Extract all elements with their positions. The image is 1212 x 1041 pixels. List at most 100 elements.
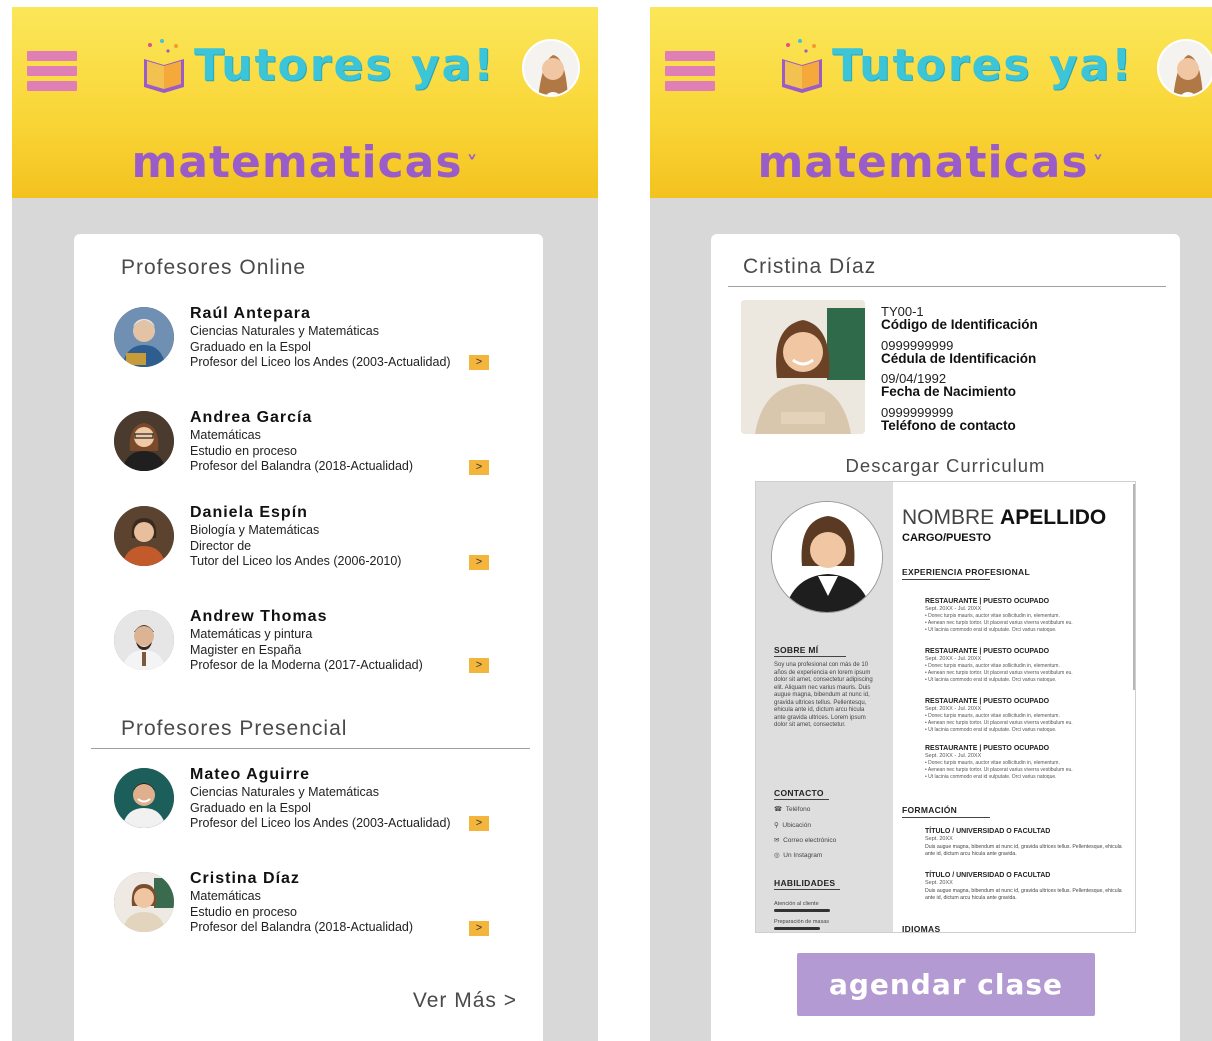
teacher-photo [114, 610, 174, 670]
view-teacher-button[interactable]: > [469, 555, 489, 570]
cv-preview[interactable]: NOMBRE APELLIDO CARGO/PUESTO EXPERIENCIA… [755, 481, 1136, 933]
view-teacher-button[interactable]: > [469, 355, 489, 370]
presencial-teachers-title: Profesores Presencial [121, 717, 348, 740]
subject-selector[interactable]: matematicas ˅ [12, 137, 598, 188]
cv-skills-title: HABILIDADES [774, 878, 836, 888]
teacher-experience: Profesor del Balandra (2018-Actualidad) [190, 459, 414, 473]
subject-label: matematicas [131, 137, 463, 188]
cv-formation-title: FORMACIÓN [902, 805, 958, 815]
phone-icon: ☎ [774, 806, 783, 813]
cv-bullet: • Aenean nec turpis tortor. Ut placerat … [925, 720, 1073, 726]
cv-job-title: RESTAURANTE | PUESTO OCUPADO [925, 598, 1050, 605]
cv-contact-text: Teléfono [785, 806, 811, 813]
menu-icon[interactable] [665, 51, 715, 91]
field-label: Código de Identificación [881, 317, 1038, 332]
teacher-subjects: Ciencias Naturales y Matemáticas [190, 324, 379, 338]
cv-bullet: • Aenean nec turpis tortor. Ut placerat … [925, 670, 1073, 676]
user-avatar[interactable] [1157, 39, 1212, 97]
menu-icon[interactable] [27, 51, 77, 91]
cv-contact-item: ◎ Un Instagram [774, 852, 822, 860]
cv-bullet: • Ut lacinia commodo erat id vulputate. … [925, 727, 1057, 733]
cv-degree-dates: Sept. 20XX [925, 880, 953, 886]
teacher-card[interactable]: Raúl Antepara Ciencias Naturales y Matem… [114, 305, 504, 385]
cv-bullet: • Donec turpis mauris, auctor vitae soll… [925, 613, 1060, 619]
cv-contact-text: Ubicación [782, 822, 811, 829]
teacher-subjects: Matemáticas [190, 889, 261, 903]
cv-skill-name: Atención al cliente [774, 901, 819, 907]
teacher-subjects: Matemáticas y pintura [190, 627, 313, 641]
cv-bullet: • Aenean nec turpis tortor. Ut placerat … [925, 620, 1073, 626]
subject-label: matematicas [757, 137, 1089, 188]
field-id-code: TY00-1 Código de Identificación [881, 304, 1038, 332]
cv-job-title: RESTAURANTE | PUESTO OCUPADO [925, 648, 1050, 655]
cv-bullet: • Ut lacinia commodo erat id vulputate. … [925, 774, 1057, 780]
cv-degree-title: TÍTULO / UNIVERSIDAD O FACULTAD [925, 828, 1051, 835]
teacher-card[interactable]: Andrea García Matemáticas Estudio en pro… [114, 409, 504, 489]
online-teachers-title: Profesores Online [121, 256, 307, 279]
field-birthdate: 09/04/1992 Fecha de Nacimiento [881, 371, 1016, 399]
teacher-name: Andrew Thomas [190, 608, 328, 625]
chevron-down-icon: ˅ [1092, 152, 1105, 178]
profile-photo [741, 300, 865, 434]
teacher-experience: Profesor del Liceo los Andes (2003-Actua… [190, 816, 451, 830]
cv-last-name: APELLIDO [1000, 506, 1107, 529]
teacher-subjects: Ciencias Naturales y Matemáticas [190, 785, 379, 799]
chevron-down-icon: ˅ [466, 152, 479, 178]
cv-scrollbar[interactable] [1133, 484, 1135, 690]
teacher-subjects: Biología y Matemáticas [190, 523, 320, 537]
cv-bullet: • Donec turpis mauris, auctor vitae soll… [925, 663, 1060, 669]
cv-job-dates: Sept. 20XX - Jul. 20XX [925, 656, 982, 662]
mail-icon: ✉ [774, 837, 780, 844]
teacher-subjects: Matemáticas [190, 428, 261, 442]
cv-contact-item: ⚲ Ubicación [774, 822, 811, 830]
app-logo[interactable]: Tutores ya! [140, 33, 495, 97]
teacher-card[interactable]: Daniela Espín Biología y Matemáticas Dir… [114, 504, 504, 584]
teacher-experience: Tutor del Liceo los Andes (2006-2010) [190, 554, 402, 568]
subject-selector[interactable]: matematicas ˅ [650, 137, 1212, 188]
download-cv-link[interactable]: Descargar Curriculum [711, 455, 1180, 477]
teacher-card[interactable]: Mateo Aguirre Ciencias Naturales y Matem… [114, 766, 504, 846]
app-header: Tutores ya! matematicas ˅ [650, 7, 1212, 198]
app-header: Tutores ya! matematicas ˅ [12, 7, 598, 198]
teacher-photo [114, 506, 174, 566]
cv-job-dates: Sept. 20XX - Jul. 20XX [925, 753, 982, 759]
teachers-card: Profesores Online Raúl Antepara Ciencias… [74, 234, 543, 1041]
screen-teacher-list: Tutores ya! matematicas ˅ Profesores Onli… [12, 7, 598, 1041]
book-icon [144, 39, 184, 93]
cv-languages-title: IDIOMAS [902, 924, 941, 933]
view-teacher-button[interactable]: > [469, 816, 489, 831]
cv-contact-text: Un Instagram [783, 852, 823, 859]
cv-degree-desc: Duis augue magna, bibendum at nunc id, g… [925, 844, 1122, 857]
profile-card: Cristina Díaz TY00-1 Código de Identific… [711, 234, 1180, 1041]
app-logo[interactable]: Tutores ya! [778, 33, 1133, 97]
cv-about-title: SOBRE MÍ [774, 645, 819, 655]
cv-bullet: • Donec turpis mauris, auctor vitae soll… [925, 713, 1060, 719]
schedule-class-button[interactable]: agendar clase [797, 953, 1095, 1016]
cv-skill-name: Preparación de masas [774, 919, 830, 925]
instagram-icon: ◎ [774, 852, 780, 859]
view-teacher-button[interactable]: > [469, 921, 489, 936]
teacher-name: Andrea García [190, 409, 313, 426]
cv-degree-title: TÍTULO / UNIVERSIDAD O FACULTAD [925, 872, 1051, 879]
cv-job-title: RESTAURANTE | PUESTO OCUPADO [925, 745, 1050, 752]
teacher-education: Graduado en la Espol [190, 340, 311, 354]
cv-bullet: • Donec turpis mauris, auctor vitae soll… [925, 760, 1060, 766]
see-more-link[interactable]: Ver Más > [413, 989, 517, 1013]
profile-name: Cristina Díaz [743, 255, 877, 278]
view-teacher-button[interactable]: > [469, 460, 489, 475]
teacher-name: Daniela Espín [190, 504, 308, 521]
app-name: Tutores ya! [194, 39, 496, 91]
teacher-education: Director de [190, 539, 252, 553]
user-avatar[interactable] [522, 39, 580, 97]
cv-bullet: • Ut lacinia commodo erat id vulputate. … [925, 677, 1057, 683]
cv-bullet: • Aenean nec turpis tortor. Ut placerat … [925, 767, 1073, 773]
cv-name: NOMBRE APELLIDO [902, 506, 1106, 530]
cv-about-text: Soy una profesional con más de 10 años d… [774, 662, 873, 728]
teacher-card[interactable]: Cristina Díaz Matemáticas Estudio en pro… [114, 870, 504, 950]
cv-job-dates: Sept. 20XX - Jul. 20XX [925, 606, 982, 612]
location-icon: ⚲ [774, 822, 779, 829]
teacher-card[interactable]: Andrew Thomas Matemáticas y pintura Magi… [114, 608, 504, 688]
view-teacher-button[interactable]: > [469, 658, 489, 673]
cv-degree-desc: Duis augue magna, bibendum at nunc id, g… [925, 888, 1122, 901]
cv-contact-text: Correo electrónico [783, 837, 837, 844]
